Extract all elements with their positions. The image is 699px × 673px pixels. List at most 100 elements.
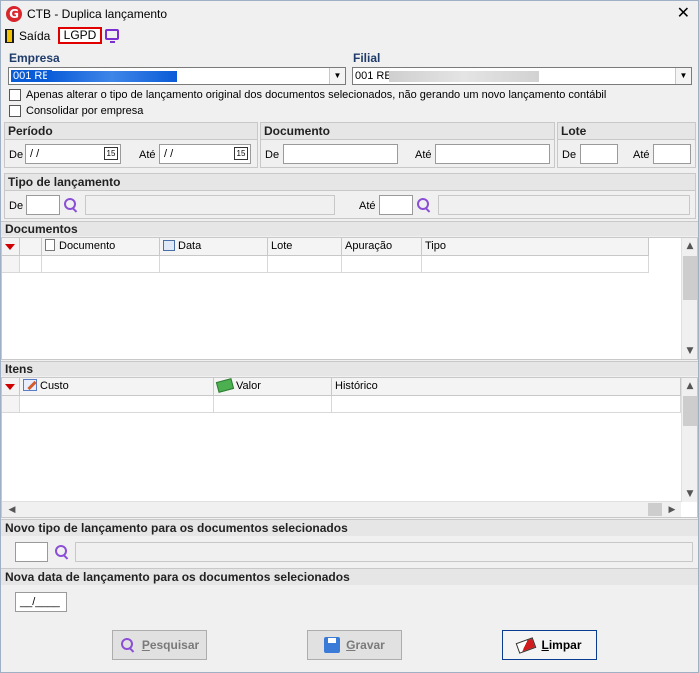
consolidate-option[interactable]: Consolidar por empresa [9, 105, 143, 117]
scroll-up-icon[interactable]: ▲ [682, 239, 698, 253]
periodo-ate-value: / / [164, 148, 174, 160]
scroll-up-icon[interactable]: ▲ [682, 379, 698, 393]
pesquisar-label: Pesquisar [141, 638, 200, 652]
column-tipo[interactable]: Tipo [422, 238, 649, 256]
scroll-thumb[interactable] [648, 503, 662, 516]
only-change-type-option[interactable]: Apenas alterar o tipo de lançamento orig… [9, 89, 606, 101]
sort-arrow-icon [5, 384, 15, 390]
table-row-indicator[interactable] [2, 256, 20, 273]
edit-icon [23, 379, 37, 391]
column-apuracao[interactable]: Apuração [342, 238, 422, 256]
empresa-value: 001 RE [11, 70, 52, 82]
sort-arrow-icon [5, 244, 15, 250]
novo-tipo-input[interactable] [15, 542, 48, 562]
scroll-thumb[interactable] [683, 256, 697, 300]
close-icon[interactable]: ✕ [677, 3, 690, 23]
periodo-title: Período [5, 123, 257, 140]
scroll-thumb[interactable] [683, 396, 697, 426]
documento-de-label: De [265, 149, 280, 161]
scroll-left-icon[interactable]: ◀ [4, 503, 20, 517]
table-cell[interactable] [342, 256, 422, 273]
itens-grid[interactable]: Custo Valor Histórico ▲ ▼ ◀ ▶ [1, 377, 698, 518]
scroll-down-icon[interactable]: ▼ [682, 344, 698, 358]
limpar-label: Limpar [541, 638, 582, 652]
column-label: Documento [59, 240, 116, 252]
periodo-ate-input[interactable]: / / 15 [159, 144, 251, 164]
tipo-de-input[interactable] [26, 195, 60, 215]
consolidate-checkbox[interactable] [9, 105, 21, 117]
column-label: Histórico [335, 380, 378, 392]
selector-header[interactable] [20, 238, 42, 256]
tipo-ate-input[interactable] [379, 195, 413, 215]
documentos-vscrollbar[interactable]: ▲ ▼ [681, 238, 697, 359]
calendar-icon [163, 240, 175, 251]
column-label: Custo [40, 380, 69, 392]
only-change-type-checkbox[interactable] [9, 89, 21, 101]
row-indicator-header[interactable] [2, 378, 20, 396]
nova-data-input[interactable]: __/____ [15, 592, 67, 612]
filial-label: Filial [353, 51, 381, 65]
table-cell[interactable] [214, 396, 332, 413]
documentos-title: Documentos [1, 221, 698, 236]
lote-de-input[interactable] [580, 144, 618, 164]
title-bar: G CTB - Duplica lançamento ✕ [1, 1, 698, 26]
documentos-grid[interactable]: Documento Data Lote Apuração Tipo ▲ ▼ [1, 237, 698, 360]
table-cell[interactable] [160, 256, 268, 273]
column-data[interactable]: Data [160, 238, 268, 256]
document-icon [45, 239, 55, 251]
tipo-ate-label: Até [359, 200, 376, 212]
pesquisar-button[interactable]: Pesquisar [112, 630, 207, 660]
periodo-ate-label: Até [139, 149, 156, 161]
filial-redacted [389, 71, 539, 82]
novo-tipo-title: Novo tipo de lançamento para os document… [1, 519, 698, 536]
table-cell[interactable] [422, 256, 649, 273]
itens-title: Itens [1, 361, 698, 376]
column-lote[interactable]: Lote [268, 238, 342, 256]
lote-group: Lote De Até [557, 122, 696, 168]
monitor-icon[interactable] [105, 29, 119, 43]
scroll-down-icon[interactable]: ▼ [682, 487, 698, 501]
app-logo-icon: G [6, 6, 22, 22]
exit-label: Saída [19, 29, 51, 43]
search-icon[interactable] [54, 544, 70, 560]
documento-ate-input[interactable] [435, 144, 550, 164]
table-cell[interactable] [20, 256, 42, 273]
search-icon[interactable] [416, 197, 432, 213]
filial-select[interactable]: 001 RE ▼ [352, 67, 692, 85]
chevron-down-icon[interactable]: ▼ [329, 68, 345, 84]
gravar-label: Gravar [346, 638, 385, 652]
chevron-down-icon[interactable]: ▼ [675, 68, 691, 84]
documento-group: Documento De Até [260, 122, 555, 168]
filial-value: 001 RE [355, 70, 392, 82]
scroll-right-icon[interactable]: ▶ [664, 503, 680, 517]
table-row-indicator[interactable] [2, 396, 20, 413]
calendar-icon[interactable]: 15 [234, 147, 248, 160]
documento-ate-label: Até [415, 149, 432, 161]
table-cell[interactable] [20, 396, 214, 413]
calendar-icon[interactable]: 15 [104, 147, 118, 160]
column-label: Valor [236, 380, 261, 392]
tipo-ate-description [438, 195, 690, 215]
periodo-de-input[interactable]: / / 15 [25, 144, 121, 164]
search-icon[interactable] [63, 197, 79, 213]
lote-ate-input[interactable] [653, 144, 691, 164]
lgpd-button[interactable]: LGPD [58, 27, 102, 44]
table-cell[interactable] [268, 256, 342, 273]
row-indicator-header[interactable] [2, 238, 20, 256]
table-cell[interactable] [332, 396, 681, 413]
documento-title: Documento [261, 123, 554, 140]
door-exit-icon [5, 29, 14, 43]
gravar-button[interactable]: Gravar [307, 630, 402, 660]
exit-button[interactable]: Saída [5, 28, 50, 44]
empresa-select[interactable]: 001 RE ▼ [8, 67, 346, 85]
limpar-button[interactable]: Limpar [502, 630, 597, 660]
column-valor[interactable]: Valor [214, 378, 332, 396]
itens-hscrollbar[interactable]: ◀ ▶ [2, 501, 681, 517]
table-cell[interactable] [42, 256, 160, 273]
column-custo[interactable]: Custo [20, 378, 214, 396]
column-documento[interactable]: Documento [42, 238, 160, 256]
documento-de-input[interactable] [283, 144, 398, 164]
itens-vscrollbar[interactable]: ▲ ▼ [681, 378, 697, 502]
column-historico[interactable]: Histórico [332, 378, 681, 396]
save-icon [324, 637, 341, 653]
